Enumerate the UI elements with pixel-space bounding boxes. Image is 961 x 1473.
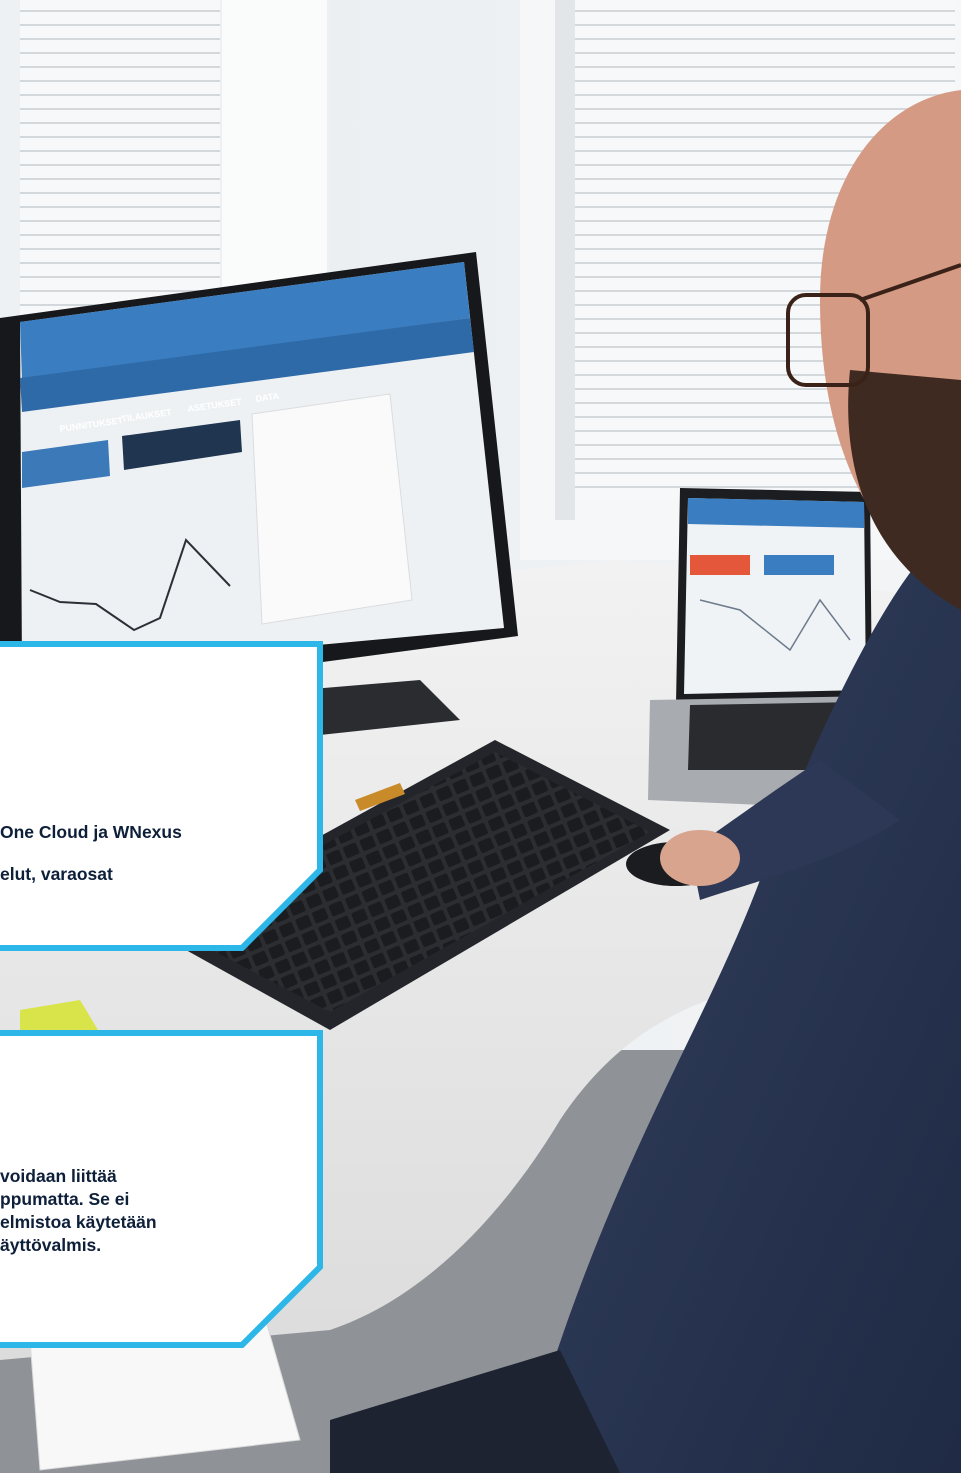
monitor-side-panel <box>251 393 413 625</box>
card-text-line: elmistoa käytetään <box>0 1212 157 1232</box>
card-text-line: One Cloud ja WNexus <box>0 822 182 842</box>
card-text-line: ppumatta. Se ei <box>0 1189 130 1209</box>
left-window-blinds <box>20 0 220 330</box>
person-hand <box>660 830 740 886</box>
card-text-line: äyttövalmis. <box>0 1235 102 1255</box>
card-frame <box>0 641 323 951</box>
info-card-top: One Cloud ja WNexus elut, varaosat <box>0 640 326 952</box>
card-text-line: voidaan liittää <box>0 1166 117 1186</box>
info-card-bottom: voidaan liittää ppumatta. Se ei elmistoa… <box>0 1029 326 1351</box>
card-paragraph: voidaan liittää ppumatta. Se ei elmistoa… <box>0 1165 157 1257</box>
card-text-line: elut, varaosat <box>0 864 113 884</box>
